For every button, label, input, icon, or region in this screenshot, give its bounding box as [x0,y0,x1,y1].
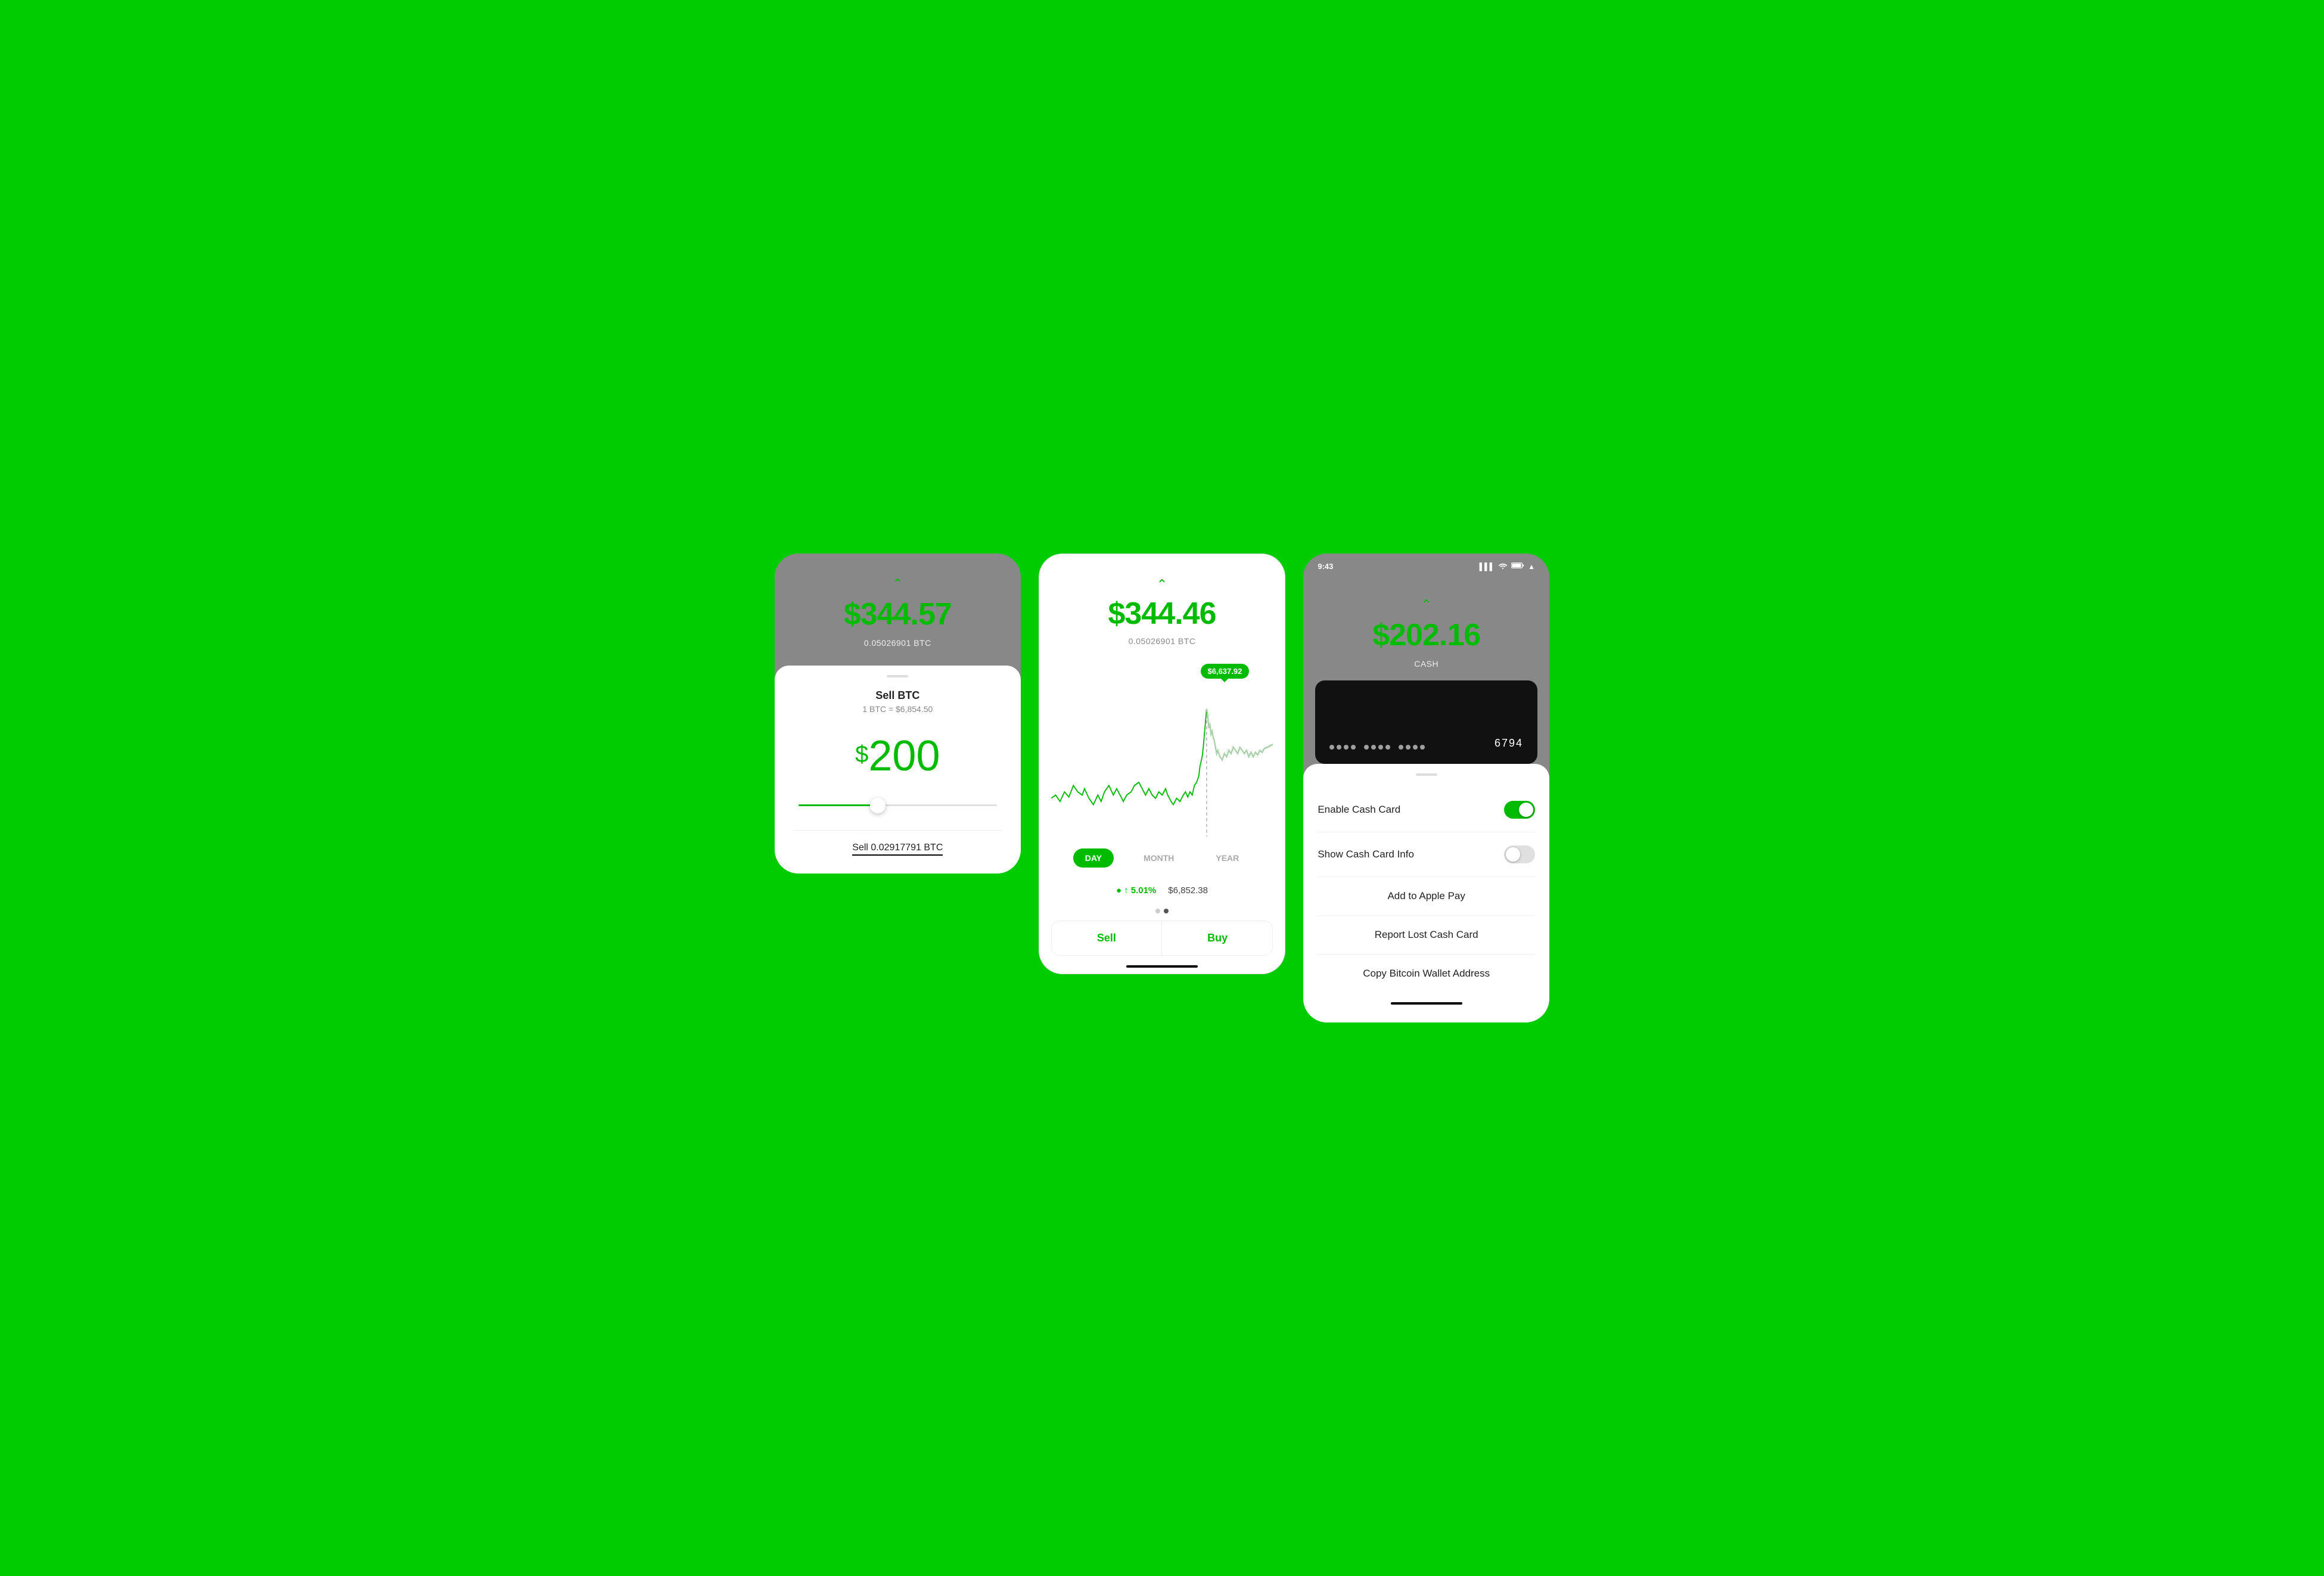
toggle-knob-enable [1519,803,1533,817]
time-btn-month[interactable]: MONTH [1132,848,1186,868]
sell-dollar-sign: $ [855,741,868,768]
sell-amount-value: 200 [868,732,940,780]
battery-icon [1511,562,1524,571]
btc-chart-area: $6,637.92 [1039,658,1285,837]
panel-sell-btc: ⌃ $344.57 0.05026901 BTC Sell BTC 1 BTC … [775,554,1021,874]
bitcoin-wallet-label: Copy Bitcoin Wallet Address [1363,968,1490,980]
bitcoin-wallet-row[interactable]: Copy Bitcoin Wallet Address [1318,955,1535,993]
show-cash-card-info-row: Show Cash Card Info [1318,832,1535,877]
card-dots-2 [1364,745,1390,750]
toggle-knob-show [1506,847,1520,862]
dot-1 [1155,909,1160,913]
stat-price: $6,852.38 [1168,885,1208,896]
pagination-dots [1039,902,1285,921]
add-apple-pay-row[interactable]: Add to Apple Pay [1318,877,1535,916]
status-bar: 9:43 ▌▌▌ ▲ [1303,554,1549,574]
cash-balance-amount: $202.16 [1372,617,1480,653]
chevron-up-icon-3[interactable]: ⌃ [1421,598,1431,611]
sell-amount: $200 [793,732,1003,781]
sheet-handle-3 [1416,773,1437,776]
sell-btc-sheet: Sell BTC 1 BTC = $6,854.50 $200 Sell 0.0… [775,666,1021,874]
cash-card-settings-sheet: Enable Cash Card Show Cash Card Info Add… [1303,764,1549,1022]
panel2-header: ⌃ $344.46 0.05026901 BTC [1039,554,1285,658]
show-cash-card-info-toggle[interactable] [1504,845,1535,863]
sell-title: Sell BTC [793,689,1003,702]
sell-button[interactable]: Sell [1052,921,1162,955]
status-time: 9:43 [1318,562,1333,571]
app-container: ⌃ $344.57 0.05026901 BTC Sell BTC 1 BTC … [775,554,1549,1022]
card-last4: 6794 [1495,737,1523,750]
chart-tooltip: $6,637.92 [1201,664,1250,679]
card-dots-1 [1329,745,1356,750]
sell-footer-text: Sell 0.02917791 BTC [852,843,943,856]
time-btn-day[interactable]: DAY [1073,848,1114,868]
slider-track [799,804,997,806]
enable-cash-card-label: Enable Cash Card [1318,804,1400,816]
card-dots-3 [1399,745,1425,750]
location-icon: ▲ [1528,562,1535,571]
cash-card-visual: 6794 [1315,680,1537,764]
btc-balance-sub: 0.05026901 BTC [864,638,931,648]
show-cash-card-info-label: Show Cash Card Info [1318,848,1414,860]
time-btn-year[interactable]: YEAR [1204,848,1251,868]
trend-icon: ● [1116,885,1121,896]
dot-2 [1164,909,1169,913]
change-percent: ↑ 5.01% [1124,885,1156,896]
time-selector: DAY MONTH YEAR [1039,837,1285,879]
home-indicator-2 [1126,965,1198,968]
sell-footer: Sell 0.02917791 BTC [793,830,1003,856]
enable-cash-card-toggle[interactable] [1504,801,1535,819]
card-dots-group [1329,745,1425,750]
report-lost-row[interactable]: Report Lost Cash Card [1318,916,1535,955]
wifi-icon [1498,562,1508,571]
settings-list: Enable Cash Card Show Cash Card Info Add… [1318,788,1535,993]
btc-balance-amount: $344.57 [844,596,952,632]
cash-balance-label: CASH [1414,659,1438,669]
slider-thumb[interactable] [870,798,886,813]
chevron-up-icon[interactable]: ⌃ [892,577,903,590]
trade-buttons: Sell Buy [1051,921,1273,956]
btc-chart-svg [1051,658,1273,837]
signal-icon: ▌▌▌ [1480,562,1495,571]
add-apple-pay-label: Add to Apple Pay [1387,890,1465,902]
chart-stats: ● ↑ 5.01% $6,852.38 [1039,879,1285,902]
panel3-header: ⌃ $202.16 CASH [1303,574,1549,680]
btc-chart-sub: 0.05026901 BTC [1129,636,1196,646]
status-icons: ▌▌▌ ▲ [1480,562,1535,571]
sheet-handle [887,675,908,677]
panel-cash-card: 9:43 ▌▌▌ ▲ [1303,554,1549,1022]
enable-cash-card-row: Enable Cash Card [1318,788,1535,832]
slider-fill [799,804,878,806]
buy-button[interactable]: Buy [1163,921,1272,955]
home-indicator-3 [1391,1002,1462,1005]
chevron-up-icon-2[interactable]: ⌃ [1157,578,1167,591]
report-lost-label: Report Lost Cash Card [1375,929,1478,941]
stat-change: ● ↑ 5.01% [1116,885,1156,896]
panel1-header: ⌃ $344.57 0.05026901 BTC [775,554,1021,666]
amount-slider[interactable] [793,804,1003,806]
sell-rate: 1 BTC = $6,854.50 [793,704,1003,714]
panel-btc-chart: ⌃ $344.46 0.05026901 BTC $6,637.92 DAY M… [1039,554,1286,974]
btc-chart-balance: $344.46 [1108,596,1216,632]
